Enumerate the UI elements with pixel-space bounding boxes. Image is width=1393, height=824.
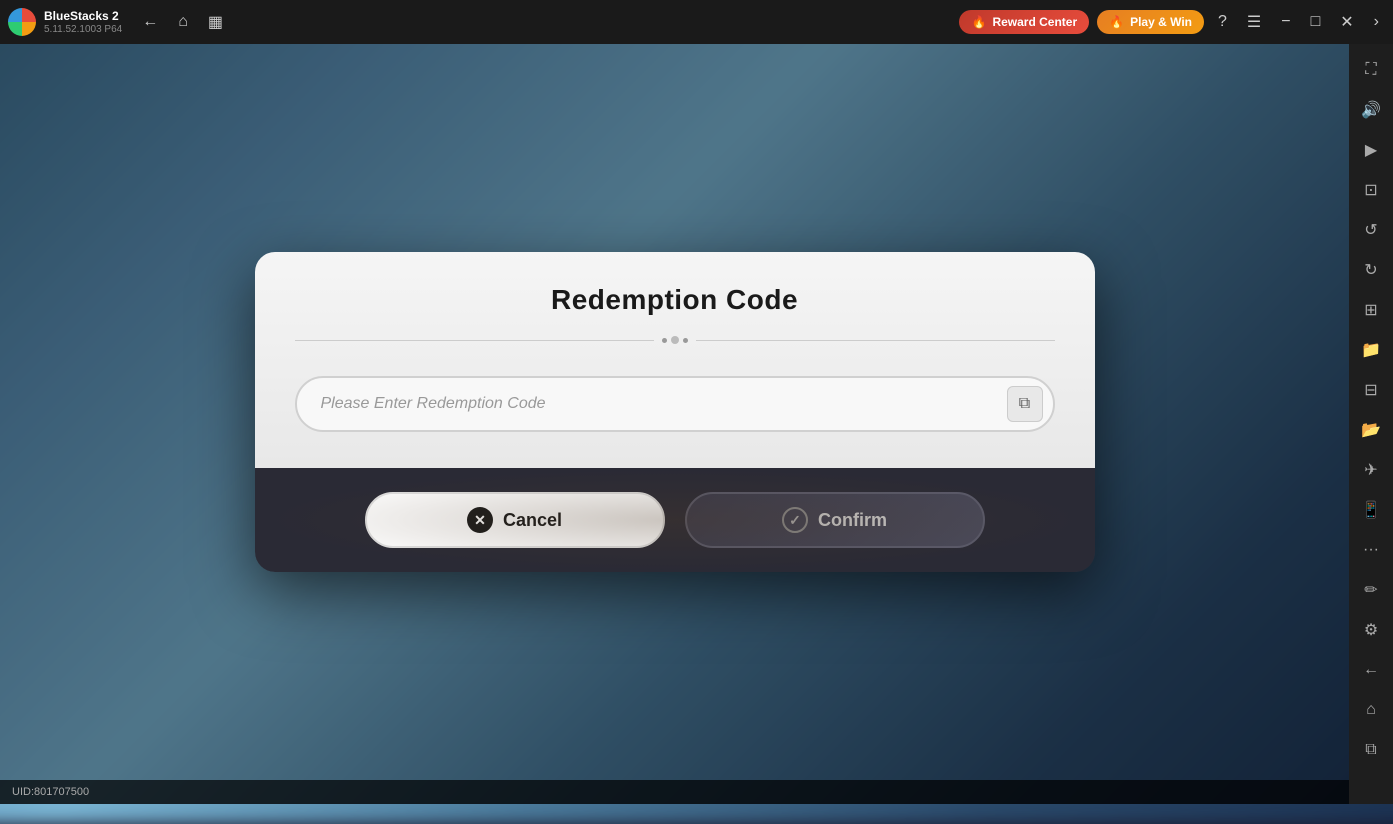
redemption-code-input[interactable] — [295, 376, 1055, 432]
reward-label: Reward Center — [992, 15, 1077, 29]
status-bar: UID:801707500 — [0, 780, 1349, 804]
divider-dot-3 — [683, 338, 688, 343]
input-wrapper: ⧉ — [295, 376, 1055, 432]
home-nav-button[interactable]: ⌂ — [174, 9, 192, 35]
camera-sidebar-icon[interactable]: ⊡ — [1353, 172, 1389, 208]
play-icon: 🔥 — [1109, 15, 1124, 29]
paste-icon: ⧉ — [1019, 395, 1030, 413]
back-sidebar-icon[interactable]: ← — [1353, 652, 1389, 688]
divider-dot-2 — [671, 336, 679, 344]
dialog-title: Redemption Code — [295, 284, 1055, 316]
menu-button[interactable]: ☰ — [1241, 8, 1267, 36]
confirm-button[interactable]: ✓ Confirm — [685, 492, 985, 548]
reward-icon: 🔥 — [971, 15, 986, 29]
phone-sidebar-icon[interactable]: 📱 — [1353, 492, 1389, 528]
divider-line-left — [295, 340, 654, 341]
folder-sidebar-icon[interactable]: 📁 — [1353, 332, 1389, 368]
home-sidebar-icon[interactable]: ⌂ — [1353, 692, 1389, 728]
copy-sidebar-icon[interactable]: ⧉ — [1353, 732, 1389, 768]
paste-button[interactable]: ⧉ — [1007, 386, 1043, 422]
divider-dot-1 — [662, 338, 667, 343]
bluestacks-logo — [8, 8, 36, 36]
expand-topbar-button[interactable]: › — [1368, 9, 1385, 35]
modal-backdrop: Redemption Code ⧉ ✕ Cancel — [0, 44, 1349, 780]
dialog-divider — [295, 336, 1055, 344]
airplane-sidebar-icon[interactable]: ✈ — [1353, 452, 1389, 488]
recent-nav-button[interactable]: ▦ — [204, 8, 227, 36]
app-version: 5.11.52.1003 P64 — [44, 24, 122, 35]
dialog-top-section: Redemption Code ⧉ — [255, 252, 1095, 468]
screenshot-sidebar-icon[interactable]: ⊟ — [1353, 372, 1389, 408]
cancel-icon: ✕ — [467, 507, 493, 533]
settings-sidebar-icon[interactable]: ⚙ — [1353, 612, 1389, 648]
video-icon[interactable]: ▶ — [1353, 132, 1389, 168]
edit-sidebar-icon[interactable]: ✏ — [1353, 572, 1389, 608]
cancel-button[interactable]: ✕ Cancel — [365, 492, 665, 548]
files-sidebar-icon[interactable]: 📂 — [1353, 412, 1389, 448]
topbar-actions: 🔥 Reward Center 🔥 Play & Win ? ☰ − □ ✕ › — [959, 8, 1385, 36]
uid-display: UID:801707500 — [12, 786, 89, 798]
divider-dots — [662, 336, 688, 344]
minimize-button[interactable]: − — [1275, 9, 1296, 35]
topbar-nav: ← ⌂ ▦ — [138, 8, 227, 36]
fullscreen-icon[interactable]: ⛶ — [1353, 52, 1389, 88]
confirm-label: Confirm — [818, 510, 887, 531]
app-name: BlueStacks 2 — [44, 9, 122, 23]
reward-center-button[interactable]: 🔥 Reward Center — [959, 10, 1089, 34]
back-nav-button[interactable]: ← — [138, 9, 162, 35]
cancel-label: Cancel — [503, 510, 562, 531]
confirm-icon: ✓ — [782, 507, 808, 533]
history-sidebar-icon[interactable]: ↺ — [1353, 212, 1389, 248]
close-button[interactable]: ✕ — [1334, 8, 1359, 36]
help-button[interactable]: ? — [1212, 9, 1233, 35]
maximize-button[interactable]: □ — [1305, 9, 1327, 35]
volume-icon[interactable]: 🔊 — [1353, 92, 1389, 128]
apps-sidebar-icon[interactable]: ⊞ — [1353, 292, 1389, 328]
app-info: BlueStacks 2 5.11.52.1003 P64 — [44, 9, 122, 34]
topbar: BlueStacks 2 5.11.52.1003 P64 ← ⌂ ▦ 🔥 Re… — [0, 0, 1393, 44]
dialog-bottom-section: ✕ Cancel ✓ Confirm — [255, 468, 1095, 572]
redemption-dialog: Redemption Code ⧉ ✕ Cancel — [255, 252, 1095, 572]
more-sidebar-icon[interactable]: ··· — [1353, 532, 1389, 568]
play-label: Play & Win — [1130, 15, 1192, 29]
divider-line-right — [696, 340, 1055, 341]
refresh-sidebar-icon[interactable]: ↻ — [1353, 252, 1389, 288]
right-sidebar: ⛶ 🔊 ▶ ⊡ ↺ ↻ ⊞ 📁 ⊟ 📂 ✈ 📱 ··· ✏ ⚙ ← ⌂ ⧉ — [1349, 44, 1393, 804]
play-win-button[interactable]: 🔥 Play & Win — [1097, 10, 1204, 34]
